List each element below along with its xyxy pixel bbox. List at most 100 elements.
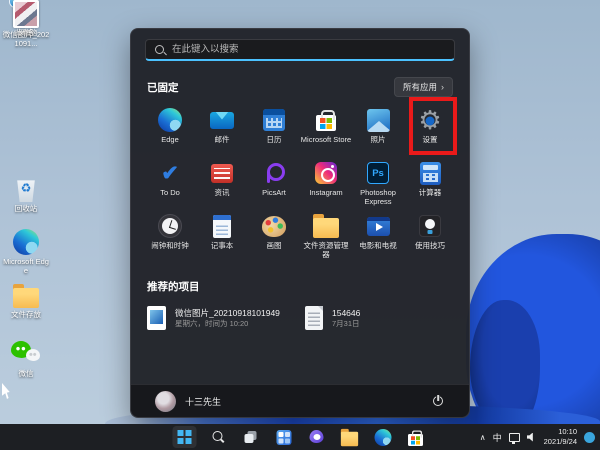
recommended-grid: 微信图片_20210918101949 星期六，时间为 10:20 154646… — [147, 306, 453, 330]
windows-logo-icon — [178, 430, 192, 444]
taskbar-center-icons — [173, 424, 428, 450]
tips-icon-wrap — [417, 213, 443, 239]
recommended-item-wechat-image[interactable]: 微信图片_20210918101949 星期六，时间为 10:20 — [147, 306, 295, 330]
app-movies-tv[interactable]: 电影和电视 — [352, 211, 404, 264]
folder-icon — [13, 288, 39, 308]
settings-gear-icon — [417, 107, 443, 133]
mouse-cursor — [2, 383, 13, 399]
mail-icon — [210, 112, 234, 129]
calendar-icon — [263, 109, 285, 131]
app-label: 闹钟和时钟 — [151, 242, 189, 251]
app-tips[interactable]: 使用技巧 — [404, 211, 456, 264]
app-news[interactable]: 资讯 — [196, 158, 248, 211]
notification-badge[interactable] — [584, 432, 595, 443]
app-mail[interactable]: 邮件 — [196, 105, 248, 158]
tray-chevron-up-icon[interactable]: ∧ — [480, 433, 486, 442]
calendar-icon-wrap — [261, 107, 287, 133]
search-input[interactable] — [145, 39, 455, 61]
paint-palette-icon — [262, 216, 286, 237]
network-tray-icon[interactable] — [509, 433, 520, 442]
taskbar-edge-button[interactable] — [371, 426, 395, 448]
app-file-explorer[interactable]: 文件资源管理器 — [300, 211, 352, 264]
app-label: PicsArt — [262, 189, 286, 198]
chat-button[interactable] — [305, 426, 329, 448]
desktop-icon-edge[interactable]: Microsoft Edge — [2, 229, 50, 275]
recommended-item-text: 微信图片_20210918101949 星期六，时间为 10:20 — [175, 308, 280, 329]
taskbar-search-button[interactable] — [206, 426, 230, 448]
store-icon — [316, 115, 336, 131]
desktop-icon-label: 文件存放 — [11, 310, 41, 319]
taskbar-file-explorer-button[interactable] — [338, 426, 362, 448]
taskbar-store-button[interactable] — [404, 426, 428, 448]
tray-time: 10:10 — [544, 427, 577, 437]
start-search — [145, 39, 455, 61]
recommended-item-subtitle: 星期六，时间为 10:20 — [175, 319, 280, 329]
desktop-icon-label: 微信 — [19, 369, 34, 378]
notepad-icon — [213, 215, 231, 238]
movies-icon-wrap — [365, 213, 391, 239]
clock-icon — [158, 214, 182, 238]
app-todo[interactable]: To Do — [144, 158, 196, 211]
ime-indicator[interactable]: 中 — [493, 431, 502, 444]
app-label: 使用技巧 — [415, 242, 445, 251]
app-paint[interactable]: 画图 — [248, 211, 300, 264]
app-label: Edge — [161, 136, 179, 145]
recommended-item-text: 154646 7月31日 — [332, 308, 360, 329]
mail-icon-wrap — [209, 107, 235, 133]
recommended-item-subtitle: 7月31日 — [332, 319, 360, 329]
photos-icon-wrap — [365, 107, 391, 133]
pinned-header: 已固定 — [147, 80, 179, 95]
chevron-right-icon: › — [441, 82, 444, 92]
app-picsart[interactable]: PicsArt — [248, 158, 300, 211]
app-calendar[interactable]: 日历 — [248, 105, 300, 158]
avatar — [155, 391, 176, 412]
desktop-icon-recycle-bin[interactable]: 回收站 — [2, 176, 50, 213]
app-notepad[interactable]: 记事本 — [196, 211, 248, 264]
app-label: Microsoft Store — [301, 136, 351, 145]
app-microsoft-store[interactable]: Microsoft Store — [300, 105, 352, 158]
instagram-icon — [315, 162, 337, 184]
volume-icon[interactable] — [527, 433, 537, 442]
tips-lightbulb-icon — [419, 215, 441, 237]
recommended-item-title: 微信图片_20210918101949 — [175, 308, 280, 319]
widgets-button[interactable] — [272, 426, 296, 448]
notepad-icon-wrap — [209, 213, 235, 239]
app-edge[interactable]: Edge — [144, 105, 196, 158]
file-explorer-icon — [341, 432, 358, 446]
clock-datetime[interactable]: 10:10 2021/9/24 — [544, 427, 577, 447]
user-profile-button[interactable]: 十三先生 — [155, 391, 221, 412]
app-label: 资讯 — [215, 189, 230, 198]
app-settings[interactable]: 设置 — [404, 105, 456, 158]
app-alarms-clock[interactable]: 闹钟和时钟 — [144, 211, 196, 264]
app-label: 设置 — [423, 136, 438, 145]
store-icon-wrap — [313, 107, 339, 133]
app-label: Instagram — [309, 189, 342, 198]
app-label: 画图 — [267, 242, 282, 251]
user-name: 十三先生 — [185, 395, 221, 408]
app-label: 计算器 — [419, 189, 442, 198]
all-apps-label: 所有应用 — [403, 81, 437, 93]
recommended-item-document[interactable]: 154646 7月31日 — [305, 306, 453, 330]
task-view-button[interactable] — [239, 426, 263, 448]
widgets-icon — [276, 430, 291, 445]
edge-icon-wrap — [157, 107, 183, 133]
file-explorer-icon — [313, 218, 339, 238]
desktop-icon-label: 回收站 — [15, 204, 38, 213]
desktop-icon-folder[interactable]: 文件存放 — [2, 284, 50, 319]
app-label: 照片 — [371, 136, 386, 145]
edge-icon — [13, 229, 39, 255]
news-icon — [211, 164, 233, 183]
start-button[interactable] — [173, 426, 197, 448]
recommended-header: 推荐的项目 — [147, 279, 453, 294]
app-photos[interactable]: 照片 — [352, 105, 404, 158]
document-file-icon — [305, 306, 323, 330]
desktop-icon-wechat-image[interactable]: 微信图片_2021091... — [2, 0, 50, 48]
desktop-icon-wechat[interactable]: 微信 — [2, 341, 50, 378]
power-button[interactable] — [431, 394, 445, 408]
app-photoshop-express[interactable]: Photoshop Express — [352, 158, 404, 211]
clock-icon-wrap — [157, 213, 183, 239]
app-calculator[interactable]: 计算器 — [404, 158, 456, 211]
app-label: Photoshop Express — [352, 189, 404, 206]
all-apps-button[interactable]: 所有应用 › — [394, 77, 453, 97]
app-instagram[interactable]: Instagram — [300, 158, 352, 211]
